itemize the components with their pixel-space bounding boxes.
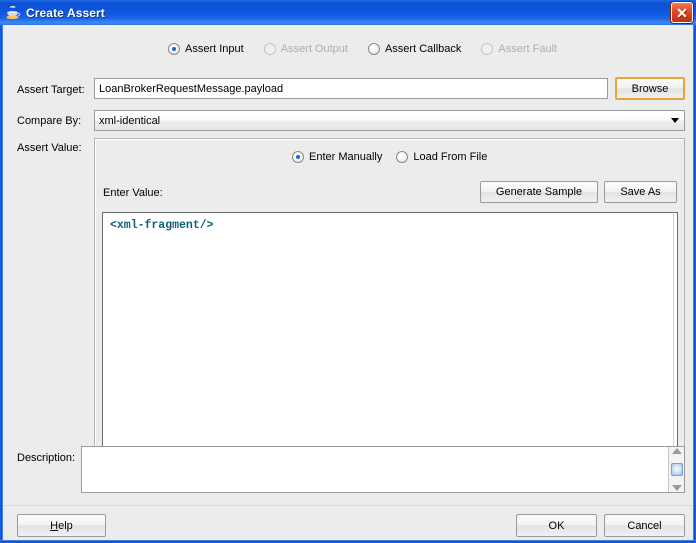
value-editor-textarea[interactable] [103, 213, 673, 449]
radio-indicator-load-from-file [396, 151, 409, 163]
footer-divider [3, 505, 693, 506]
radio-load-from-file[interactable]: Load From File [396, 151, 487, 163]
scroll-up-arrow-icon[interactable] [671, 448, 682, 454]
help-button[interactable]: Help [17, 514, 106, 537]
assert-mode-radio-group: Assert Input Assert Output Assert Callba… [168, 43, 557, 55]
scroll-down-arrow-icon[interactable] [671, 485, 682, 491]
dialog-content: Assert Input Assert Output Assert Callba… [3, 25, 693, 540]
value-editor-container [102, 212, 678, 450]
radio-label-assert-input: Assert Input [185, 43, 244, 55]
radio-label-assert-callback: Assert Callback [384, 43, 462, 55]
radio-label-load-from-file: Load From File [413, 151, 488, 163]
create-assert-dialog: Create Assert ✕ Assert Input Assert Outp… [0, 0, 696, 543]
save-as-button[interactable]: Save As [604, 181, 677, 203]
radio-indicator-assert-fault [481, 43, 494, 55]
browse-button[interactable]: Browse [615, 77, 685, 100]
description-container [81, 446, 685, 493]
window-title: Create Assert [26, 5, 105, 20]
radio-assert-fault: Assert Fault [481, 43, 557, 55]
assert-target-input[interactable] [94, 78, 608, 99]
coffee-cup-icon [5, 5, 21, 21]
generate-sample-button[interactable]: Generate Sample [480, 181, 598, 203]
radio-label-enter-manually: Enter Manually [309, 151, 383, 163]
assert-target-label: Assert Target: [17, 84, 85, 96]
value-editor-right-gutter [673, 213, 677, 449]
scrollbar-thumb[interactable] [670, 463, 683, 476]
radio-assert-callback[interactable]: Assert Callback [367, 43, 462, 55]
compare-by-label: Compare By: [17, 115, 82, 127]
help-button-mnemonic: H [50, 519, 59, 532]
assert-value-panel: Enter Manually Load From File Enter Valu… [94, 138, 685, 457]
radio-indicator-assert-input [168, 43, 180, 55]
value-source-radio-group: Enter Manually Load From File [292, 151, 487, 163]
ok-button[interactable]: OK [516, 514, 597, 537]
description-textarea[interactable] [82, 447, 668, 492]
assert-value-label: Assert Value: [17, 142, 82, 154]
title-bar: Create Assert ✕ [0, 0, 696, 25]
radio-enter-manually[interactable]: Enter Manually [292, 151, 382, 163]
radio-indicator-assert-output [263, 43, 276, 55]
help-button-label-rest: elp [58, 519, 73, 532]
close-button[interactable]: ✕ [671, 2, 693, 23]
radio-label-assert-output: Assert Output [280, 43, 348, 55]
description-scrollbar[interactable] [668, 447, 684, 492]
radio-indicator-enter-manually [292, 151, 304, 163]
radio-assert-output: Assert Output [263, 43, 348, 55]
chevron-down-icon [666, 118, 684, 123]
radio-label-assert-fault: Assert Fault [498, 43, 558, 55]
close-icon: ✕ [676, 4, 688, 21]
compare-by-select[interactable]: xml-identical [94, 110, 685, 131]
cancel-button[interactable]: Cancel [604, 514, 685, 537]
radio-assert-input[interactable]: Assert Input [168, 43, 244, 55]
enter-value-label: Enter Value: [103, 187, 163, 199]
radio-indicator-assert-callback [367, 43, 380, 55]
compare-by-selected-value: xml-identical [99, 114, 161, 127]
title-bar-left: Create Assert [5, 5, 105, 21]
description-label: Description: [17, 452, 76, 464]
